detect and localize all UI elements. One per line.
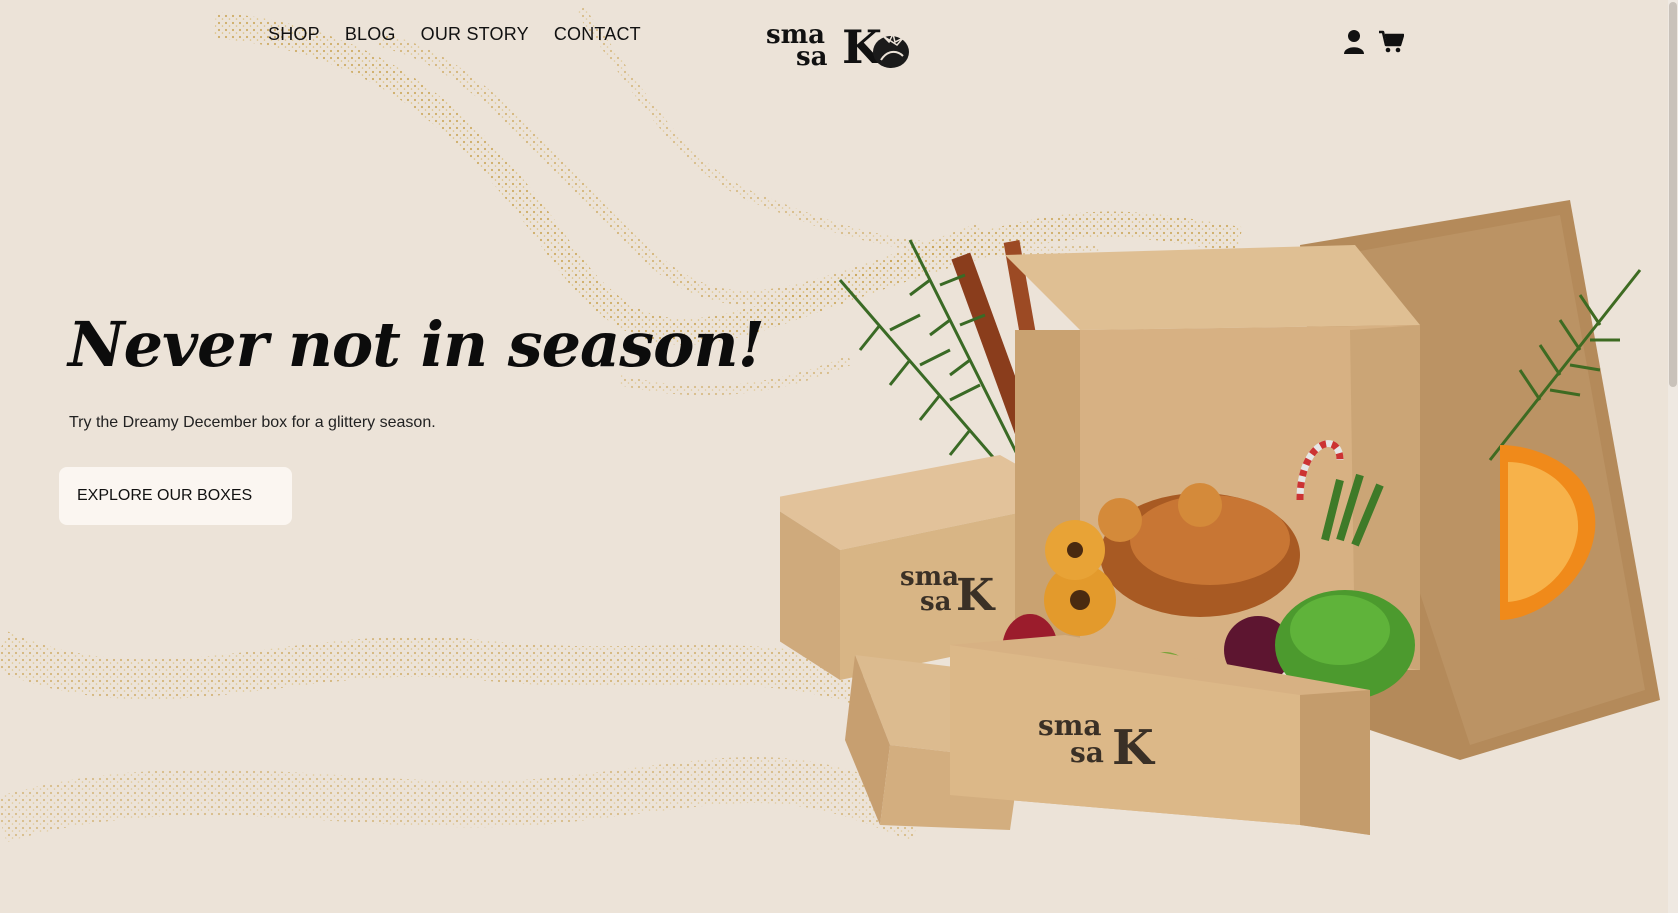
hero-title: Never not in season! (68, 308, 765, 381)
main-nav: SHOP BLOG OUR STORY CONTACT (268, 24, 641, 45)
tomato-icon (873, 31, 909, 68)
box-front-logo-mark: K (1112, 720, 1156, 776)
logo-text-line2: sa (796, 42, 828, 72)
user-icon[interactable] (1342, 28, 1366, 54)
nav-item-contact[interactable]: CONTACT (554, 24, 641, 45)
page-scrollbar[interactable] (1668, 0, 1678, 913)
site-logo[interactable]: sma sa K (764, 22, 914, 72)
explore-boxes-button[interactable]: EXPLORE OUR BOXES (59, 467, 292, 525)
header-actions (1342, 28, 1404, 54)
box-front-logo-text-2: sa (1070, 736, 1104, 769)
scrollbar-thumb[interactable] (1669, 2, 1677, 387)
nav-item-our-story[interactable]: OUR STORY (421, 24, 529, 45)
nav-item-blog[interactable]: BLOG (345, 24, 396, 45)
box-logo-mark: K (956, 570, 996, 621)
cart-icon[interactable] (1378, 28, 1404, 54)
box-logo-text-2: sa (920, 587, 952, 617)
nav-item-shop[interactable]: SHOP (268, 24, 320, 45)
hero-box-illustration: sma sa K sma sa K (780, 200, 1660, 835)
hero-subtitle: Try the Dreamy December box for a glitte… (69, 414, 436, 431)
